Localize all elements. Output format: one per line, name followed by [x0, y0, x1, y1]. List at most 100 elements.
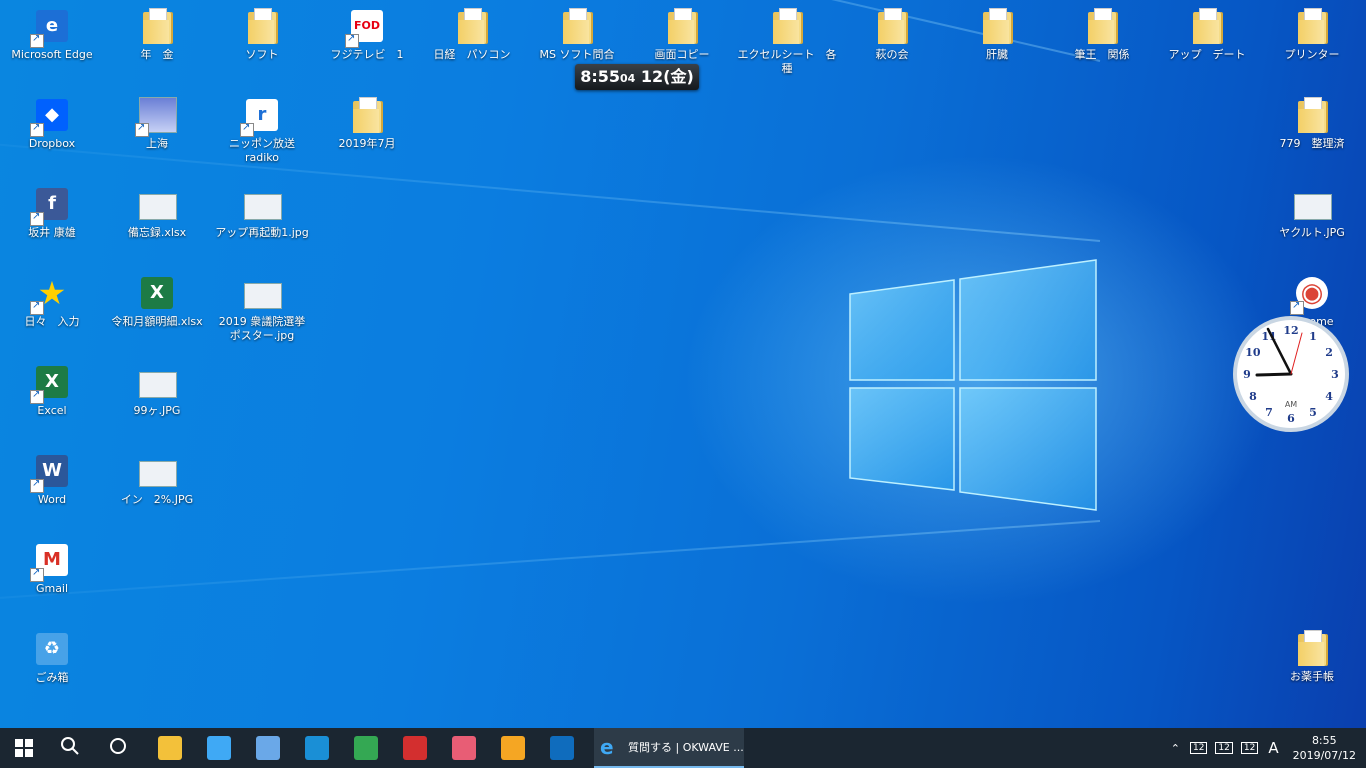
cortana-icon — [108, 736, 132, 760]
desktop-icon[interactable]: 2019 衆議院選挙 ポスター.jpg — [212, 273, 312, 343]
desktop-icon[interactable]: MGmail — [2, 540, 102, 596]
desktop-icon-label: Gmail — [35, 582, 69, 595]
file-explorer-icon — [158, 736, 182, 760]
desktop-icon[interactable]: XExcel — [2, 362, 102, 418]
desktop-icon[interactable]: rニッポン放送 radiko — [212, 95, 312, 165]
desktop-icon-label: アップ再起動1.jpg — [215, 226, 309, 239]
taskbar-app-button[interactable] — [293, 728, 341, 768]
desktop-icon[interactable]: 年 金 — [107, 6, 207, 62]
word-icon: W — [30, 451, 72, 493]
folder-icon — [137, 6, 177, 46]
desktop-icon[interactable]: 779 整理済 — [1262, 95, 1362, 151]
shortcut-arrow-icon — [30, 299, 44, 315]
clock-number: 3 — [1331, 368, 1339, 381]
desktop-icon[interactable]: イン 2%.JPG — [107, 451, 207, 507]
palette-icon — [452, 736, 476, 760]
taskbar-app-button[interactable] — [538, 728, 586, 768]
taskbar-clock[interactable]: 8:55 2019/07/12 — [1285, 733, 1366, 763]
desktop-icon[interactable]: WWord — [2, 451, 102, 507]
chevron-up-icon[interactable]: ⌃ — [1165, 742, 1186, 755]
desktop-icon[interactable]: 筆王 関係 — [1052, 6, 1152, 62]
tray-calendar-icon[interactable]: 12 — [1189, 742, 1208, 754]
folder-icon — [872, 6, 912, 46]
ime-indicator[interactable]: A — [1262, 739, 1284, 757]
desktop-icon[interactable]: 肝臓 — [947, 6, 1047, 62]
desktop-icon-label: 上海 — [146, 137, 168, 150]
desktop-icon[interactable]: プリンター — [1262, 6, 1362, 62]
desktop-icon[interactable]: 備忘録.xlsx — [107, 184, 207, 240]
desktop-icon-label: 肝臓 — [986, 48, 1008, 61]
desktop-icon[interactable]: ◆Dropbox — [2, 95, 102, 151]
gmail-icon: M — [30, 540, 72, 582]
desktop-icon[interactable]: アップ再起動1.jpg — [212, 184, 312, 240]
taskbar-app-button[interactable] — [440, 728, 488, 768]
desktop-icon[interactable]: アップ デート — [1157, 6, 1257, 62]
start-button[interactable] — [0, 728, 48, 768]
shortcut-arrow-icon — [1290, 299, 1304, 315]
taskbar-app-button[interactable] — [96, 728, 144, 768]
tray-calendar-icon[interactable]: 12 — [1215, 742, 1233, 754]
analog-clock-widget[interactable]: 12 1234567891011AM — [1232, 315, 1350, 433]
desktop-icon[interactable]: お薬手帳 — [1262, 628, 1362, 684]
desktop-icon-label: ニッポン放送 radiko — [229, 137, 295, 164]
fod-icon: FOD — [345, 6, 387, 48]
ie-icon — [305, 736, 329, 760]
desktop-icon-label: 備忘録.xlsx — [127, 226, 187, 239]
clock-date: 12(金) — [640, 67, 694, 86]
desktop-icon-label: 99ヶ.JPG — [133, 404, 181, 417]
desktop-icon[interactable]: 2019年7月 — [317, 95, 417, 151]
desktop-icon[interactable]: X 令和月額明細.xlsx — [107, 273, 207, 329]
desktop-icon-label: 日経 パソコン — [433, 48, 511, 61]
tray-calendar-icon[interactable]: 12 — [1240, 742, 1259, 754]
image-file-icon — [137, 451, 177, 491]
desktop-icon[interactable]: ヤクルト.JPG — [1262, 184, 1362, 240]
desktop-icon[interactable]: ★日々 入力 — [2, 273, 102, 329]
network-icon — [256, 736, 280, 760]
taskbar-time: 8:55 — [1311, 734, 1337, 747]
image-file-icon — [1292, 184, 1332, 224]
edge-icon: e — [600, 735, 614, 759]
desktop-icon[interactable]: f坂井 康雄 — [2, 184, 102, 240]
desktop-icon[interactable]: FODフジテレビ 1 — [317, 6, 417, 62]
desktop-icon-label: 坂井 康雄 — [28, 226, 76, 239]
desktop-icon[interactable]: エクセルシート 各種 — [737, 6, 837, 76]
desktop-icon[interactable]: eMicrosoft Edge — [2, 6, 102, 62]
desktop-icon-label: フジテレビ 1 — [330, 48, 404, 61]
taskbar-app-button[interactable] — [48, 728, 96, 768]
facebook-icon: f — [30, 184, 72, 226]
clock-number: 6 — [1287, 412, 1295, 425]
digital-clock-widget[interactable]: 8:5504 12(金) — [575, 64, 699, 90]
taskbar-app-button[interactable] — [489, 728, 537, 768]
clock-seconds: 04 — [620, 72, 636, 85]
desktop-icon[interactable]: 萩の会 — [842, 6, 942, 62]
desktop-icon-label: 筆王 関係 — [1074, 48, 1130, 61]
desktop-icon[interactable]: 日経 パソコン — [422, 6, 522, 62]
spreadsheet-thumbnail-icon — [137, 184, 177, 224]
shortcut-arrow-icon — [30, 477, 44, 493]
folder-icon — [1082, 6, 1122, 46]
edge-icon: e — [30, 6, 72, 48]
desktop-icon-label: 萩の会 — [875, 48, 909, 61]
desktop-icon[interactable]: 99ヶ.JPG — [107, 362, 207, 418]
desktop-icon[interactable]: 画面コピー — [632, 6, 732, 62]
excel-icon: X — [30, 362, 72, 404]
taskbar-app-button[interactable] — [342, 728, 390, 768]
desktop-icon[interactable]: ♻ ごみ箱 — [2, 629, 102, 685]
desktop-icon[interactable]: 上海 — [107, 95, 207, 151]
taskbar-app-button[interactable] — [244, 728, 292, 768]
taskbar-app-button[interactable] — [195, 728, 243, 768]
taskbar-app-button[interactable] — [391, 728, 439, 768]
search-icon — [60, 736, 84, 760]
taskbar-app-button[interactable] — [146, 728, 194, 768]
desktop-icon-label: Dropbox — [28, 137, 76, 150]
desktop-icon[interactable]: ソフト — [212, 6, 312, 62]
recycle-bin-icon: ♻ — [32, 629, 72, 669]
taskbar-active-app[interactable]: e 質問する | OKWAVE ... — [594, 728, 744, 768]
image-file-icon — [242, 184, 282, 224]
shortcut-arrow-icon — [30, 388, 44, 404]
radiko-icon: r — [240, 95, 282, 137]
clock-number: 2 — [1325, 346, 1333, 359]
desktop-icon-label: Word — [37, 493, 67, 506]
desktop-icon[interactable]: MS ソフト問合 — [527, 6, 627, 62]
chrome-icon: ◉ — [1290, 273, 1332, 315]
